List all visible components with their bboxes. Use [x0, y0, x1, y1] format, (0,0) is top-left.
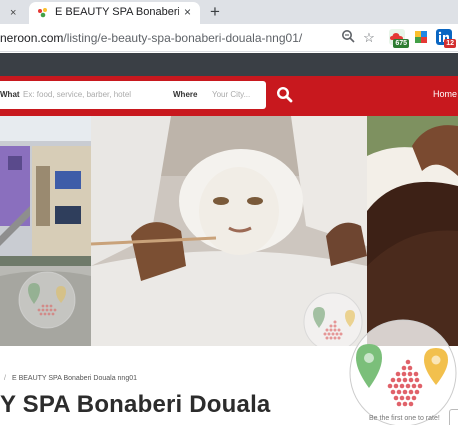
tab-previous[interactable]: ×: [0, 3, 26, 24]
gallery-photo[interactable]: [91, 116, 367, 346]
tab-title: E BEAUTY SPA Bonaberi Douala -: [55, 6, 179, 18]
linkedin-extension-icon[interactable]: 12: [436, 29, 456, 48]
url-field[interactable]: neroon.com/listing/e-beauty-spa-bonaberi…: [0, 31, 302, 45]
what-input[interactable]: Ex: food, service, barber, hotel: [23, 90, 131, 99]
breadcrumb: / E BEAUTY SPA Bonaberi Douala nng01: [4, 375, 137, 382]
nav-home-link[interactable]: Home: [433, 89, 457, 99]
zoom-icon[interactable]: [339, 29, 357, 47]
address-bar: neroon.com/listing/e-beauty-spa-bonaberi…: [0, 24, 458, 52]
site-top-bar: [0, 53, 458, 76]
url-host: neroon.com: [0, 31, 64, 45]
tab-close-button[interactable]: ×: [184, 5, 191, 19]
bookmark-star-icon[interactable]: ☆: [360, 29, 378, 47]
site-favicon-icon: [38, 8, 47, 18]
gallery-photo[interactable]: [0, 116, 91, 346]
watermark-logo: [18, 271, 76, 329]
puzzle-extension-icon[interactable]: [413, 29, 429, 45]
tab-strip: × E BEAUTY SPA Bonaberi Douala - × +: [0, 0, 458, 24]
extension-badge: 675: [393, 39, 409, 48]
tab-active[interactable]: E BEAUTY SPA Bonaberi Douala - ×: [29, 2, 200, 24]
rating-prompt: Be the first one to rate!: [369, 415, 440, 422]
search-icon[interactable]: [276, 86, 294, 104]
what-label: What: [0, 90, 20, 99]
cloud-extension-icon[interactable]: 675: [389, 29, 409, 48]
gallery-photo[interactable]: [367, 116, 458, 346]
site-header: What Ex: food, service, barber, hotel Wh…: [0, 76, 458, 116]
gallery-strip: [0, 116, 458, 346]
browser-window: { "browser": { "prev_tab": { "close": "×…: [0, 0, 458, 425]
new-tab-button[interactable]: +: [205, 2, 225, 22]
rate-button[interactable]: [449, 409, 458, 425]
url-path: /listing/e-beauty-spa-bonaberi-douala-nn…: [63, 31, 303, 45]
breadcrumb-current: E BEAUTY SPA Bonaberi Douala nng01: [11, 375, 137, 382]
where-label: Where: [173, 90, 198, 99]
page-title: Y SPA Bonaberi Douala: [0, 391, 271, 418]
search-form: What Ex: food, service, barber, hotel Wh…: [0, 81, 266, 109]
tab-close-button[interactable]: ×: [10, 3, 16, 24]
where-input[interactable]: Your City...: [212, 90, 250, 99]
rating-logo: [349, 319, 457, 425]
extension-badge: 12: [444, 39, 456, 48]
breadcrumb-separator: /: [4, 375, 6, 382]
